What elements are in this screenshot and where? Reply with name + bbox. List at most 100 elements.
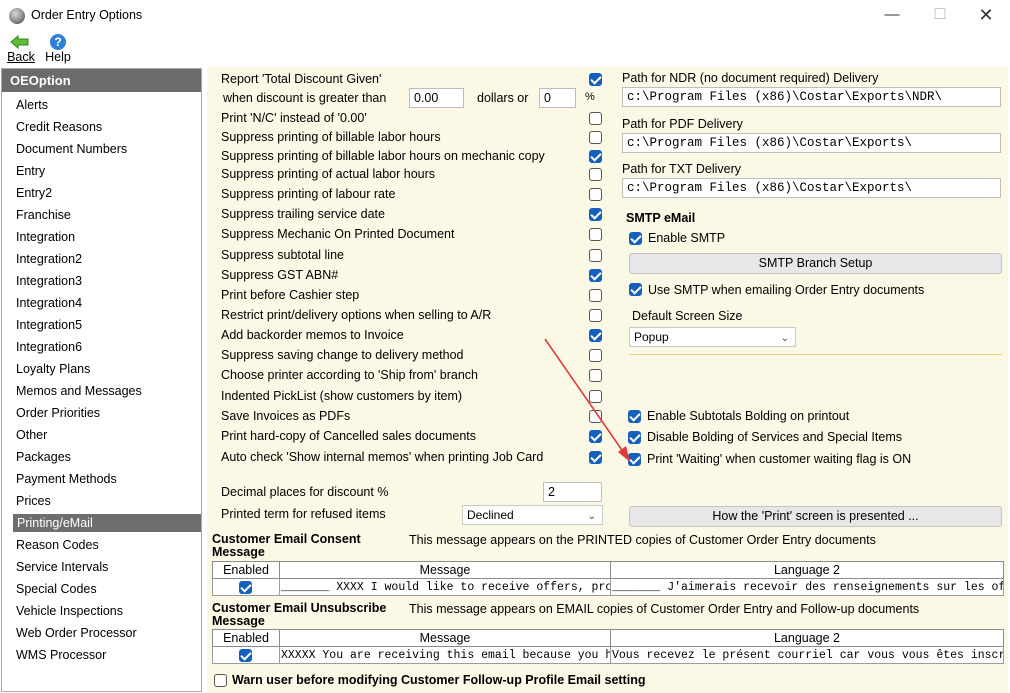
sidebar-item-credit-reasons[interactable]: Credit Reasons [16, 118, 200, 136]
chevron-down-icon: ⌄ [587, 511, 596, 522]
option-checkbox[interactable] [589, 168, 602, 181]
txt-path-input[interactable]: c:\Program Files (x86)\Costar\Exports\ [622, 178, 1001, 198]
sidebar-item-web-order-processor[interactable]: Web Order Processor [16, 624, 200, 642]
consent-heading: Customer Email Consent Message [212, 532, 361, 559]
enabled-cell [212, 646, 280, 664]
use-smtp-label: Use SMTP when emailing Order Entry docum… [648, 283, 925, 297]
consent-note: This message appears on the PRINTED copi… [409, 533, 876, 547]
language2-cell[interactable]: Vous recevez le présent courriel car vou… [610, 646, 1004, 664]
unsubscribe-enabled-checkbox[interactable] [239, 649, 252, 662]
screen-size-select[interactable]: Popup ⌄ [629, 327, 796, 347]
language2-cell[interactable]: _______ J'aimerais recevoir des renseign… [610, 578, 1004, 596]
sidebar-item-reason-codes[interactable]: Reason Codes [16, 536, 200, 554]
enabled-cell [212, 578, 280, 596]
option-checkbox[interactable] [589, 269, 602, 282]
sidebar-item-order-priorities[interactable]: Order Priorities [16, 404, 200, 422]
sidebar-item-integration3[interactable]: Integration3 [16, 272, 200, 290]
sidebar-item-franchise[interactable]: Franchise [16, 206, 200, 224]
title-bar: Order Entry Options — ☐ ✕ [0, 0, 1010, 30]
pdf-path-label: Path for PDF Delivery [622, 117, 743, 131]
sidebar-item-service-intervals[interactable]: Service Intervals [16, 558, 200, 576]
option-label: Print before Cashier step [221, 288, 360, 302]
option-checkbox[interactable] [589, 188, 602, 201]
option-label: Enable Subtotals Bolding on printout [647, 409, 850, 423]
sidebar-item-alerts[interactable]: Alerts [16, 96, 200, 114]
enable-smtp-checkbox[interactable] [629, 232, 642, 245]
decimal-places-input[interactable]: 2 [543, 482, 602, 502]
option-label: Print 'Waiting' when customer waiting fl… [647, 452, 912, 466]
use-smtp-checkbox[interactable] [629, 283, 642, 296]
option-label: Suppress saving change to delivery metho… [221, 348, 464, 362]
sidebar-item-entry[interactable]: Entry [16, 162, 200, 180]
option-checkbox[interactable] [589, 112, 602, 125]
warn-followup-checkbox[interactable] [214, 674, 227, 687]
help-button[interactable]: ? Help [38, 34, 78, 66]
refused-term-select[interactable]: Declined ⌄ [462, 505, 603, 525]
help-icon: ? [50, 34, 66, 50]
pdf-path-input[interactable]: c:\Program Files (x86)\Costar\Exports\ [622, 133, 1001, 153]
sidebar-item-payment-methods[interactable]: Payment Methods [16, 470, 200, 488]
sidebar-item-memos-and-messages[interactable]: Memos and Messages [16, 382, 200, 400]
option-checkbox[interactable] [589, 131, 602, 144]
sidebar-item-integration2[interactable]: Integration2 [16, 250, 200, 268]
smtp-branch-setup-button[interactable]: SMTP Branch Setup [629, 253, 1002, 274]
message-cell[interactable]: _______ XXXX I would like to receive off… [279, 578, 611, 596]
chevron-down-icon: ⌄ [780, 333, 789, 344]
consent-enabled-checkbox[interactable] [239, 581, 252, 594]
close-icon[interactable]: ✕ [963, 2, 1009, 28]
option-checkbox[interactable] [589, 150, 602, 163]
sidebar: OEOption Alerts Credit Reasons Document Nu… [1, 68, 202, 692]
sidebar-item-packages[interactable]: Packages [16, 448, 200, 466]
back-button[interactable]: Back [1, 34, 41, 66]
option-label: Choose printer according to 'Ship from' … [221, 368, 478, 382]
enable-smtp-label: Enable SMTP [648, 231, 726, 245]
option-label: Indented PickList (show customers by ite… [221, 389, 463, 403]
discount-amount-input[interactable]: 0.00 [409, 88, 464, 108]
minimize-icon[interactable]: — [869, 2, 915, 28]
option-checkbox[interactable] [589, 249, 602, 262]
refused-term-value: Declined [467, 508, 514, 522]
sidebar-item-loyalty-plans[interactable]: Loyalty Plans [16, 360, 200, 378]
unsubscribe-note: This message appears on EMAIL copies of … [409, 602, 920, 616]
sidebar-item-printing-email[interactable]: Printing/eMail [13, 514, 201, 532]
sidebar-item-integration5[interactable]: Integration5 [16, 316, 200, 334]
sidebar-item-integration4[interactable]: Integration4 [16, 294, 200, 312]
option-label: Suppress printing of labour rate [221, 187, 396, 201]
screen-size-label: Default Screen Size [632, 309, 743, 323]
option-label: Suppress trailing service date [221, 207, 385, 221]
option-label: Auto check 'Show internal memos' when pr… [221, 450, 544, 464]
option-checkbox[interactable] [589, 73, 602, 86]
sidebar-item-vehicle-inspections[interactable]: Vehicle Inspections [16, 602, 200, 620]
option-label: Report 'Total Discount Given' [221, 72, 382, 86]
option-checkbox[interactable] [589, 228, 602, 241]
maximize-icon[interactable]: ☐ [917, 2, 963, 28]
option-label: Suppress printing of billable labor hour… [221, 149, 545, 163]
sidebar-item-integration6[interactable]: Integration6 [16, 338, 200, 356]
sidebar-item-special-codes[interactable]: Special Codes [16, 580, 200, 598]
sidebar-item-entry2[interactable]: Entry2 [16, 184, 200, 202]
discount-percent-input[interactable]: 0 [539, 88, 576, 108]
option-checkbox[interactable] [589, 208, 602, 221]
option-label: Suppress GST ABN# [221, 268, 339, 282]
sidebar-item-document-numbers[interactable]: Document Numbers [16, 140, 200, 158]
option-checkbox[interactable] [589, 309, 602, 322]
percent-label: % [585, 91, 595, 103]
warn-followup-label: Warn user before modifying Customer Foll… [232, 673, 646, 687]
sidebar-item-other[interactable]: Other [16, 426, 200, 444]
message-column-header: Message [279, 629, 611, 647]
option-label: Add backorder memos to Invoice [221, 328, 404, 342]
enabled-column-header: Enabled [212, 629, 280, 647]
print-screen-button[interactable]: How the 'Print' screen is presented ... [629, 506, 1002, 527]
sidebar-item-integration[interactable]: Integration [16, 228, 200, 246]
sidebar-item-prices[interactable]: Prices [16, 492, 200, 510]
option-label: Save Invoices as PDFs [221, 409, 351, 423]
language2-column-header: Language 2 [610, 629, 1004, 647]
message-cell[interactable]: XXXXX You are receiving this email becau… [279, 646, 611, 664]
option-label: Suppress subtotal line [221, 248, 344, 262]
sidebar-item-wms-processor[interactable]: WMS Processor [16, 646, 200, 664]
ndr-path-input[interactable]: c:\Program Files (x86)\Costar\Exports\ND… [622, 87, 1001, 107]
consent-table: Enabled Message Language 2 _______ XXXX … [212, 561, 1004, 596]
decimal-places-label: Decimal places for discount % [221, 485, 389, 499]
option-label: Print hard-copy of Cancelled sales docum… [221, 429, 476, 443]
option-checkbox[interactable] [589, 289, 602, 302]
